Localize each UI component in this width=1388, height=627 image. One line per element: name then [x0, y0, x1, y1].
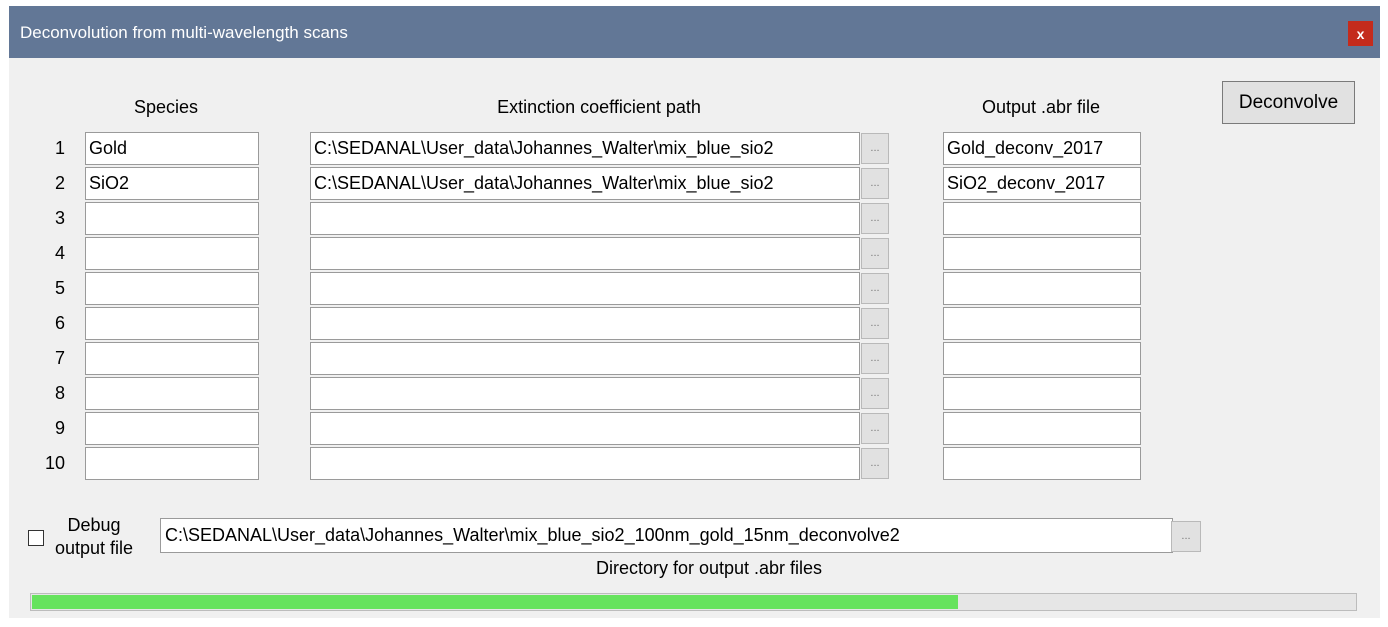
- species-input[interactable]: Gold: [85, 132, 259, 165]
- progress-bar: [30, 593, 1357, 611]
- species-input[interactable]: SiO2: [85, 167, 259, 200]
- debug-output-checkbox[interactable]: [28, 530, 44, 546]
- extinction-path-input[interactable]: [310, 202, 860, 235]
- title-bar: Deconvolution from multi-wavelength scan…: [9, 6, 1380, 58]
- row-number: 5: [54, 278, 65, 298]
- output-abr-input[interactable]: Gold_deconv_2017: [943, 132, 1141, 165]
- output-abr-input[interactable]: [943, 412, 1141, 445]
- species-input[interactable]: [85, 412, 259, 445]
- output-abr-input[interactable]: [943, 447, 1141, 480]
- output-abr-header: Output .abr file: [981, 97, 1101, 117]
- progress-fill: [32, 595, 958, 609]
- deconvolve-button[interactable]: Deconvolve: [1222, 81, 1355, 124]
- species-input[interactable]: [85, 377, 259, 410]
- output-directory-browse-button[interactable]: ...: [1171, 521, 1201, 552]
- extinction-path-browse-button[interactable]: ...: [861, 168, 889, 199]
- species-input[interactable]: [85, 237, 259, 270]
- extinction-path-browse-button[interactable]: ...: [861, 413, 889, 444]
- extinction-path-browse-button[interactable]: ...: [861, 308, 889, 339]
- output-abr-input[interactable]: [943, 307, 1141, 340]
- extinction-path-browse-button[interactable]: ...: [861, 448, 889, 479]
- species-input[interactable]: [85, 307, 259, 340]
- close-button[interactable]: x: [1348, 21, 1373, 46]
- row-number: 2: [54, 173, 65, 193]
- window-title: Deconvolution from multi-wavelength scan…: [20, 23, 348, 42]
- row-number: 7: [54, 348, 65, 368]
- output-abr-input[interactable]: [943, 272, 1141, 305]
- debug-label-line1: Debug: [67, 515, 121, 535]
- extinction-path-browse-button[interactable]: ...: [861, 343, 889, 374]
- species-input[interactable]: [85, 342, 259, 375]
- extinction-path-input[interactable]: C:\SEDANAL\User_data\Johannes_Walter\mix…: [310, 167, 860, 200]
- extinction-path-browse-button[interactable]: ...: [861, 203, 889, 234]
- species-input[interactable]: [85, 447, 259, 480]
- extinction-path-input[interactable]: [310, 447, 860, 480]
- output-abr-input[interactable]: [943, 377, 1141, 410]
- debug-label-line2: output file: [55, 538, 134, 558]
- row-number: 1: [54, 138, 65, 158]
- extinction-path-input[interactable]: [310, 237, 860, 270]
- output-abr-input[interactable]: SiO2_deconv_2017: [943, 167, 1141, 200]
- output-abr-input[interactable]: [943, 237, 1141, 270]
- output-abr-input[interactable]: [943, 342, 1141, 375]
- extinction-path-input[interactable]: [310, 412, 860, 445]
- output-directory-caption: Directory for output .abr files: [595, 558, 823, 578]
- row-number: 9: [54, 418, 65, 438]
- debug-output-label: Debug output file: [55, 514, 133, 560]
- row-number: 8: [54, 383, 65, 403]
- species-input[interactable]: [85, 202, 259, 235]
- species-header: Species: [133, 97, 199, 117]
- extinction-path-browse-button[interactable]: ...: [861, 378, 889, 409]
- extinction-path-browse-button[interactable]: ...: [861, 238, 889, 269]
- extinction-path-input[interactable]: [310, 307, 860, 340]
- row-number: 6: [54, 313, 65, 333]
- output-directory-input[interactable]: C:\SEDANAL\User_data\Johannes_Walter\mix…: [160, 518, 1173, 553]
- extinction-path-input[interactable]: [310, 377, 860, 410]
- extinction-path-browse-button[interactable]: ...: [861, 273, 889, 304]
- species-input[interactable]: [85, 272, 259, 305]
- extinction-path-input[interactable]: [310, 272, 860, 305]
- row-number: 10: [44, 453, 65, 473]
- output-abr-input[interactable]: [943, 202, 1141, 235]
- extinction-path-input[interactable]: C:\SEDANAL\User_data\Johannes_Walter\mix…: [310, 132, 860, 165]
- row-number: 4: [54, 243, 65, 263]
- row-number: 3: [54, 208, 65, 228]
- extinction-path-header: Extinction coefficient path: [497, 97, 701, 117]
- dialog-window: Deconvolution from multi-wavelength scan…: [9, 6, 1380, 618]
- extinction-path-browse-button[interactable]: ...: [861, 133, 889, 164]
- extinction-path-input[interactable]: [310, 342, 860, 375]
